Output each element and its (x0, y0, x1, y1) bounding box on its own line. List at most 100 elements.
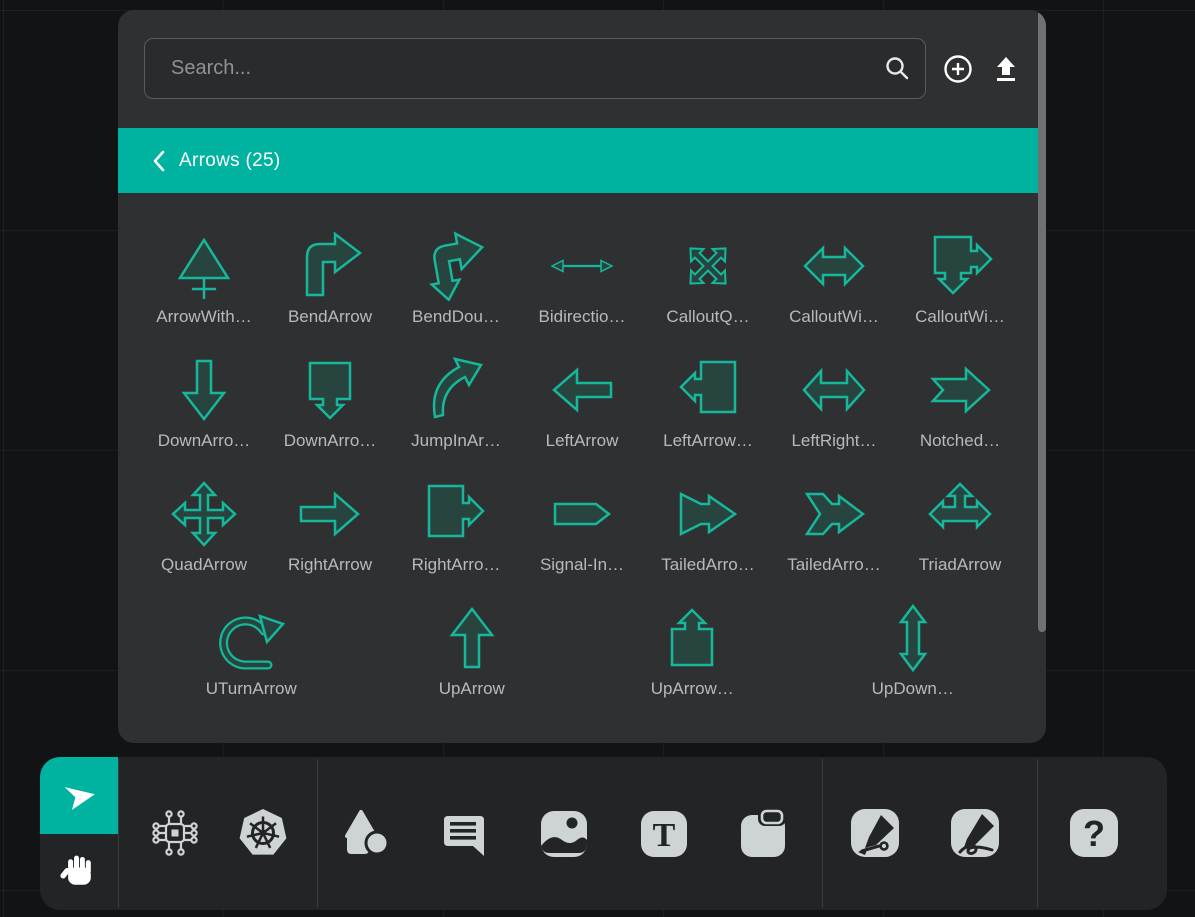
network-shapes-button[interactable] (147, 805, 203, 861)
up-arrow-callout-icon (657, 601, 727, 675)
shape-item[interactable]: DownArro… (268, 353, 393, 477)
text-icon: T (636, 806, 690, 860)
toolbar-separator (317, 759, 318, 908)
category-header-back[interactable]: Arrows (25) (118, 128, 1038, 193)
upload-button[interactable] (990, 53, 1022, 85)
shape-item[interactable]: UpArrow… (630, 601, 755, 725)
comment-tool-button[interactable] (435, 805, 491, 861)
search-row (144, 38, 1022, 99)
shape-item-label: LeftRight… (791, 431, 876, 451)
shape-item-label: TailedArro… (661, 555, 755, 575)
shape-item-label: ArrowWith… (156, 307, 251, 327)
shape-item-label: RightArro… (412, 555, 501, 575)
toolbar-separator (822, 759, 823, 908)
shape-item[interactable]: CalloutWi… (898, 229, 1023, 353)
search-input[interactable] (144, 38, 926, 99)
canvas[interactable]: Arrows (25) ArrowWith… BendArrow BendDou… B… (0, 0, 1195, 917)
shape-item[interactable]: LeftArrow (520, 353, 645, 477)
hand-icon (59, 852, 99, 892)
shape-item[interactable]: UTurnArrow (189, 601, 314, 725)
shape-item[interactable]: CalloutQ… (646, 229, 771, 353)
bidirectional-arrow-icon (547, 229, 617, 303)
shape-item[interactable]: Bidirectio… (520, 229, 645, 353)
down-arrow-icon (169, 353, 239, 427)
shape-item-label: DownArro… (158, 431, 251, 451)
pointer-tool-group (40, 757, 118, 910)
shape-item[interactable]: UpDown… (850, 601, 975, 725)
shape-item-label: BendArrow (288, 307, 372, 327)
add-circle-icon (943, 54, 973, 84)
upload-icon (992, 55, 1020, 83)
shape-item-label: UpArrow (439, 679, 505, 699)
kubernetes-shapes-button[interactable] (235, 805, 291, 861)
shape-item[interactable]: QuadArrow (142, 477, 267, 601)
bend-arrow-icon (295, 229, 365, 303)
shape-item[interactable]: LeftArrow… (646, 353, 771, 477)
toolbar-separator (1037, 759, 1038, 908)
shape-item[interactable]: DownArro… (142, 353, 267, 477)
note-icon (736, 806, 790, 860)
shape-item[interactable]: TailedArro… (646, 477, 771, 601)
jump-in-arrow-icon (421, 353, 491, 427)
right-arrow-icon (295, 477, 365, 551)
help-button[interactable]: ? (1066, 805, 1122, 861)
toolbar-separator (118, 759, 119, 908)
comment-icon (436, 806, 490, 860)
chevron-left-icon (152, 150, 165, 172)
shape-item[interactable]: RightArro… (394, 477, 519, 601)
kubernetes-icon (235, 804, 291, 862)
help-icon: ? (1067, 806, 1121, 860)
shape-item-label: QuadArrow (161, 555, 247, 575)
shape-item-label: UTurnArrow (206, 679, 297, 699)
shape-item-label: Signal-In… (540, 555, 624, 575)
shape-item-label: DownArro… (284, 431, 377, 451)
callout-quad-arrow-icon (673, 229, 743, 303)
arrow-with-stem-icon (169, 229, 239, 303)
bend-double-arrow-icon (421, 229, 491, 303)
scrollbar-thumb[interactable] (1038, 10, 1046, 632)
shape-item[interactable]: BendArrow (268, 229, 393, 353)
search-box (144, 38, 926, 99)
connector-pen-button[interactable] (847, 805, 903, 861)
shape-grid: ArrowWith…BendArrowBendDou…Bidirectio…Ca… (141, 229, 1023, 725)
shape-item[interactable]: LeftRight… (772, 353, 897, 477)
signal-in-icon (547, 477, 617, 551)
shape-item[interactable]: UpArrow (409, 601, 534, 725)
search-icon (884, 55, 910, 81)
pan-tool-button[interactable] (40, 834, 118, 911)
select-tool-button[interactable] (40, 757, 118, 834)
right-arrow-callout-icon (421, 477, 491, 551)
image-icon (536, 806, 590, 860)
shape-item[interactable]: CalloutWi… (772, 229, 897, 353)
image-tool-button[interactable] (535, 805, 591, 861)
pen-connector-icon (848, 806, 902, 860)
left-right-arrow-icon (799, 353, 869, 427)
shape-item[interactable]: RightArrow (268, 477, 393, 601)
shape-item-label: UpDown… (872, 679, 954, 699)
shape-item[interactable]: TriadArrow (898, 477, 1023, 601)
shape-item[interactable]: BendDou… (394, 229, 519, 353)
shape-item-label: Notched… (920, 431, 1000, 451)
svg-text:?: ? (1083, 813, 1105, 854)
note-tool-button[interactable] (735, 805, 791, 861)
shape-item[interactable]: ArrowWith… (142, 229, 267, 353)
up-down-arrow-icon (878, 601, 948, 675)
svg-text:T: T (653, 817, 676, 854)
down-arrow-callout-icon (295, 353, 365, 427)
basic-shapes-button[interactable] (337, 805, 393, 861)
shape-item-label: TailedArro… (787, 555, 881, 575)
freehand-pen-button[interactable] (947, 805, 1003, 861)
shape-item[interactable]: JumpInAr… (394, 353, 519, 477)
shape-item[interactable]: Signal-In… (520, 477, 645, 601)
shape-item[interactable]: TailedArro… (772, 477, 897, 601)
left-arrow-callout-icon (673, 353, 743, 427)
add-shape-button[interactable] (942, 53, 974, 85)
text-tool-button[interactable]: T (635, 805, 691, 861)
category-title: Arrows (25) (179, 150, 280, 172)
shape-item[interactable]: Notched… (898, 353, 1023, 477)
shapes-icon (338, 806, 392, 860)
quad-arrow-icon (169, 477, 239, 551)
shape-item-label: BendDou… (412, 307, 500, 327)
toolbar: T (40, 757, 1167, 910)
shape-item-label: TriadArrow (919, 555, 1002, 575)
